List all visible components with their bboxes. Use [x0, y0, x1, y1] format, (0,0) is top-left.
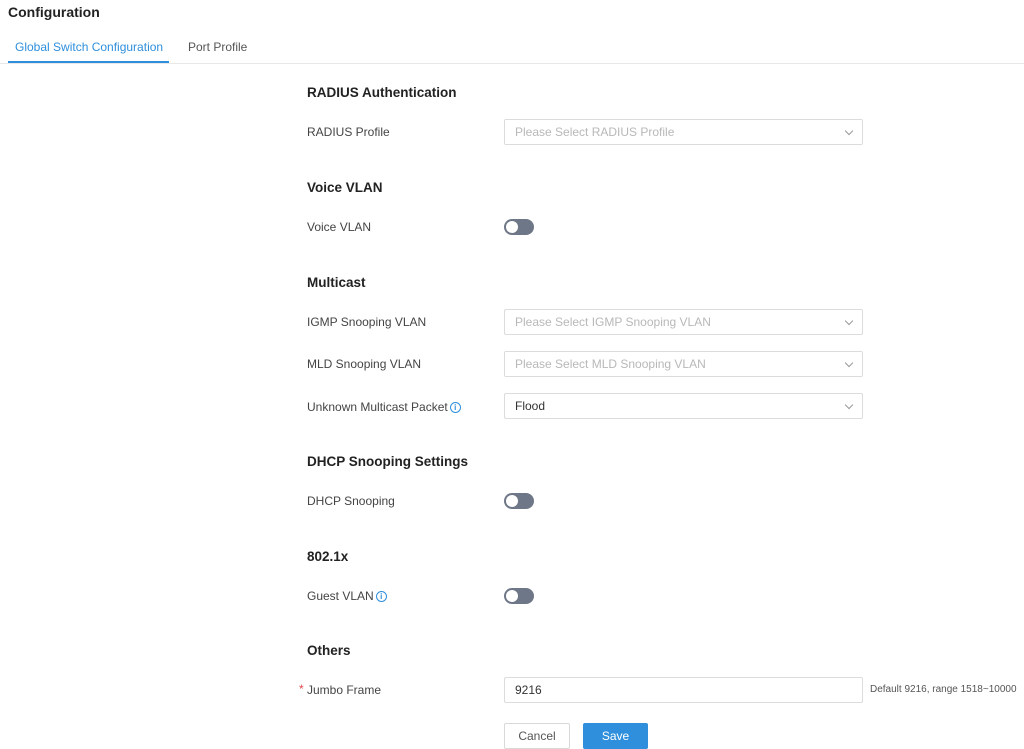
toggle-knob: [506, 495, 518, 507]
section-title-others: Others: [307, 643, 351, 658]
tab-global-switch-configuration[interactable]: Global Switch Configuration: [15, 40, 163, 54]
voice-vlan-label: Voice VLAN: [307, 220, 372, 234]
active-tab-indicator: [8, 61, 169, 63]
mld-snooping-vlan-placeholder: Please Select MLD Snooping VLAN: [515, 357, 706, 371]
voice-vlan-toggle[interactable]: [504, 219, 534, 235]
chevron-down-icon: [844, 400, 854, 409]
radius-profile-placeholder: Please Select RADIUS Profile: [515, 125, 675, 139]
chevron-down-icon: [844, 316, 854, 325]
section-title-voice-vlan: Voice VLAN: [307, 180, 383, 195]
guest-vlan-label: Guest VLAN i: [307, 588, 387, 604]
mld-snooping-vlan-label: MLD Snooping VLAN: [307, 357, 422, 371]
chevron-down-icon: [844, 126, 854, 135]
jumbo-frame-input[interactable]: [504, 677, 863, 703]
unknown-multicast-packet-select[interactable]: Flood: [504, 393, 863, 419]
mld-snooping-vlan-select[interactable]: Please Select MLD Snooping VLAN: [504, 351, 863, 377]
info-icon[interactable]: i: [449, 401, 461, 413]
page-title: Configuration: [8, 4, 100, 20]
cancel-button[interactable]: Cancel: [504, 723, 570, 749]
tab-bar: Global Switch Configuration Port Profile: [0, 34, 1024, 64]
radius-profile-label: RADIUS Profile: [307, 125, 390, 139]
section-title-dot1x: 802.1x: [307, 549, 349, 564]
igmp-snooping-vlan-select[interactable]: Please Select IGMP Snooping VLAN: [504, 309, 863, 335]
section-title-multicast: Multicast: [307, 275, 366, 290]
dhcp-snooping-toggle[interactable]: [504, 493, 534, 509]
section-title-dhcp-snooping: DHCP Snooping Settings: [307, 454, 468, 469]
jumbo-frame-label: Jumbo Frame: [307, 683, 382, 697]
section-title-radius: RADIUS Authentication: [307, 85, 457, 100]
igmp-snooping-vlan-label: IGMP Snooping VLAN: [307, 315, 427, 329]
radius-profile-select[interactable]: Please Select RADIUS Profile: [504, 119, 863, 145]
required-marker: *: [299, 682, 304, 696]
tab-port-profile[interactable]: Port Profile: [188, 40, 247, 54]
toggle-knob: [506, 221, 518, 233]
igmp-snooping-vlan-placeholder: Please Select IGMP Snooping VLAN: [515, 315, 711, 329]
dhcp-snooping-label: DHCP Snooping: [307, 494, 395, 508]
guest-vlan-text: Guest VLAN: [307, 589, 374, 603]
unknown-multicast-packet-label: Unknown Multicast Packet i: [307, 399, 461, 415]
info-icon[interactable]: i: [375, 590, 387, 602]
guest-vlan-toggle[interactable]: [504, 588, 534, 604]
toggle-knob: [506, 590, 518, 602]
save-button[interactable]: Save: [583, 723, 648, 749]
unknown-multicast-packet-text: Unknown Multicast Packet: [307, 400, 448, 414]
jumbo-frame-hint: Default 9216, range 1518~10000: [870, 684, 1017, 695]
unknown-multicast-packet-value: Flood: [515, 399, 546, 413]
chevron-down-icon: [844, 358, 854, 367]
